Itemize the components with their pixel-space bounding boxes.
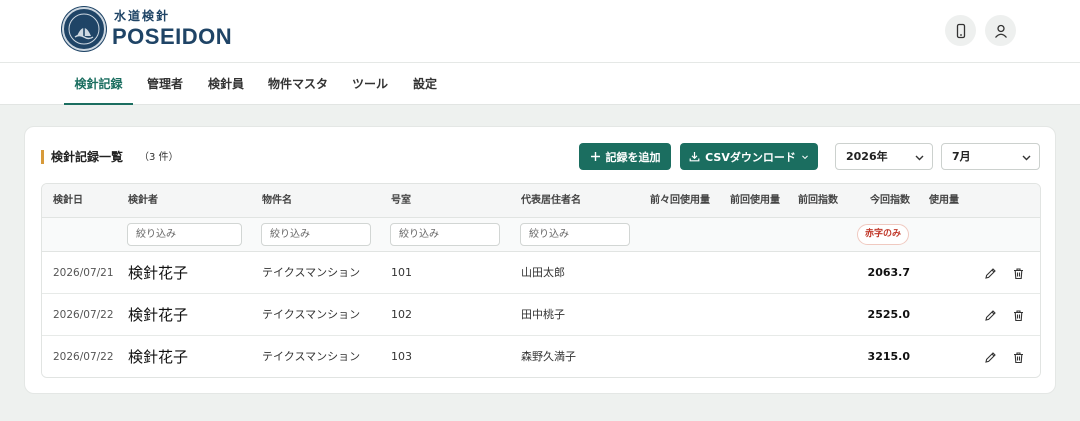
cell-property: テイクスマンション [262, 308, 361, 321]
plus-icon [590, 152, 600, 161]
edit-button[interactable] [982, 349, 998, 365]
meter-reader-filter-input[interactable]: 絞り込み [127, 223, 242, 246]
column-header[interactable]: 代表居住者名 [521, 184, 581, 218]
cell-resident: 山田太郎 [521, 266, 565, 279]
resident-filter-input[interactable]: 絞り込み [520, 223, 630, 246]
cell-date: 2026/07/22 [53, 351, 114, 363]
edit-button[interactable] [982, 265, 998, 281]
brand-subtitle: 水道検針 [114, 9, 171, 23]
tab-meter-records[interactable]: 検針記録 [64, 63, 133, 105]
cell-current-index: 2525.0 [867, 308, 910, 321]
month-select[interactable]: 7月 [941, 143, 1040, 170]
tab-property-master[interactable]: 物件マスタ [264, 63, 332, 105]
filter-row: 絞り込み 絞り込み 絞り込み 絞り込み 赤字のみ [42, 218, 1040, 252]
column-header[interactable]: 今回指数 [870, 184, 910, 218]
table-row[interactable]: 2026/07/22 検針花子 テイクスマンション 103 森野久満子 3215… [42, 336, 1040, 377]
tab-tools[interactable]: ツール [347, 63, 393, 105]
pencil-icon [984, 351, 996, 363]
negative-only-filter[interactable]: 赤字のみ [857, 224, 909, 245]
add-record-button[interactable]: 記録を追加 [579, 143, 671, 170]
cell-date: 2026/07/21 [53, 267, 114, 279]
add-record-label: 記録を追加 [605, 150, 661, 164]
brand-name: POSEIDON [112, 24, 233, 49]
trash-icon [1013, 309, 1023, 321]
app-logo[interactable]: 水道検針 POSEIDON [62, 7, 232, 51]
trash-icon [1013, 351, 1023, 363]
cell-current-index: 2063.7 [867, 266, 910, 279]
column-header[interactable]: 使用量 [929, 184, 959, 218]
cell-resident: 田中桃子 [521, 308, 565, 321]
record-count: （3 件） [139, 152, 179, 163]
table-row[interactable]: 2026/07/22 検針花子 テイクスマンション 102 田中桃子 2525.… [42, 294, 1040, 336]
user-icon [994, 24, 1007, 38]
column-header[interactable]: 物件名 [262, 184, 292, 218]
cell-room: 101 [391, 266, 412, 279]
cell-room: 103 [391, 350, 412, 363]
tab-meter-readers[interactable]: 検針員 [202, 63, 250, 105]
tab-admins[interactable]: 管理者 [141, 63, 189, 105]
chevron-down-icon [1022, 155, 1031, 161]
cell-resident: 森野久満子 [521, 350, 576, 363]
csv-download-label: CSVダウンロード [705, 150, 796, 164]
download-icon [689, 152, 700, 162]
column-header[interactable]: 前回指数 [798, 184, 838, 218]
table-row[interactable]: 2026/07/21 検針花子 テイクスマンション 101 山田太郎 2063.… [42, 252, 1040, 294]
delete-button[interactable] [1010, 349, 1026, 365]
table-header: 検針日 検針者 物件名 号室 代表居住者名 前々回使用量 前回使用量 前回指数 … [42, 184, 1040, 218]
cell-meter-reader: 検針花子 [128, 306, 189, 324]
top-header: 水道検針 POSEIDON [0, 0, 1080, 63]
cell-property: テイクスマンション [262, 266, 361, 279]
user-menu-button[interactable] [985, 15, 1016, 46]
chevron-down-icon [915, 155, 924, 161]
year-select-value: 2026年 [846, 150, 888, 163]
poseidon-seal-icon [62, 7, 106, 51]
cell-property: テイクスマンション [262, 350, 361, 363]
records-table: 検針日 検針者 物件名 号室 代表居住者名 前々回使用量 前回使用量 前回指数 … [41, 183, 1041, 378]
column-header[interactable]: 検針者 [128, 184, 158, 218]
edit-button[interactable] [982, 307, 998, 323]
tab-settings[interactable]: 設定 [408, 63, 442, 105]
column-header[interactable]: 号室 [391, 184, 411, 218]
panel-title: 検針記録一覧 [41, 150, 123, 164]
mobile-icon [956, 23, 965, 38]
month-select-value: 7月 [952, 150, 971, 163]
main-nav: 検針記録 管理者 検針員 物件マスタ ツール 設定 [0, 63, 1080, 105]
column-header[interactable]: 検針日 [53, 184, 83, 218]
chevron-down-icon [801, 155, 808, 159]
cell-meter-reader: 検針花子 [128, 264, 189, 282]
pencil-icon [984, 309, 996, 321]
room-filter-input[interactable]: 絞り込み [390, 223, 500, 246]
mobile-view-button[interactable] [945, 15, 976, 46]
records-panel: 検針記録一覧 （3 件） 記録を追加 CSVダウンロード 2026年 7月 検針… [24, 126, 1056, 394]
year-select[interactable]: 2026年 [835, 143, 933, 170]
pencil-icon [984, 267, 996, 279]
property-filter-input[interactable]: 絞り込み [261, 223, 371, 246]
cell-current-index: 3215.0 [867, 350, 910, 363]
column-header[interactable]: 前々回使用量 [650, 184, 710, 218]
column-header[interactable]: 前回使用量 [730, 184, 780, 218]
cell-room: 102 [391, 308, 412, 321]
delete-button[interactable] [1010, 307, 1026, 323]
cell-meter-reader: 検針花子 [128, 348, 189, 366]
delete-button[interactable] [1010, 265, 1026, 281]
cell-date: 2026/07/22 [53, 309, 114, 321]
csv-download-button[interactable]: CSVダウンロード [680, 143, 818, 170]
trash-icon [1013, 267, 1023, 279]
